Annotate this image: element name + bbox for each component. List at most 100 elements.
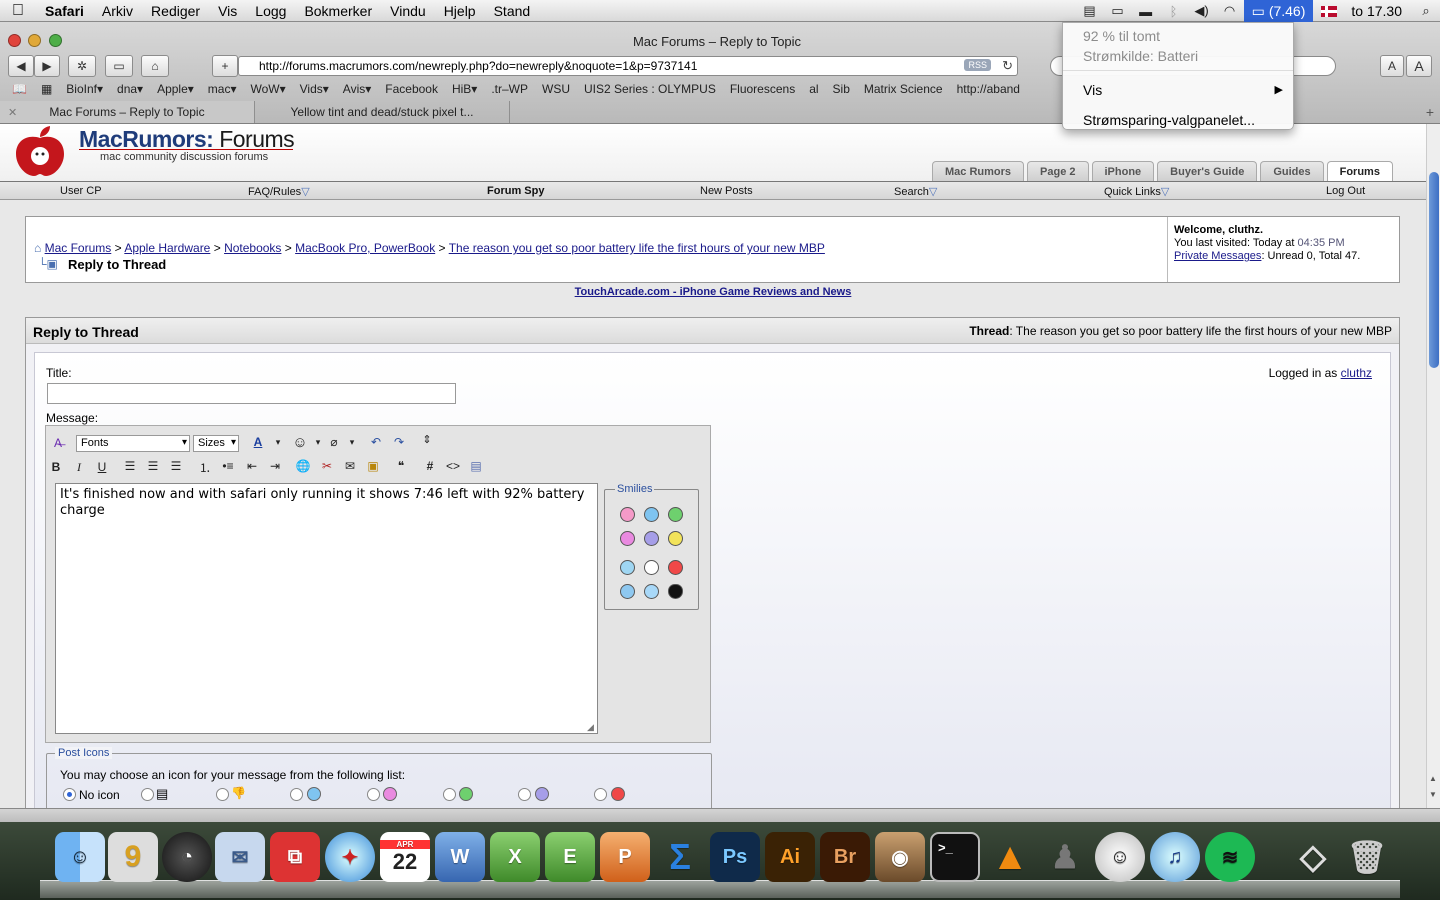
apple-menu-icon[interactable]:  xyxy=(0,2,36,20)
menu-app-safari[interactable]: Safari xyxy=(36,3,93,19)
font-select[interactable]: Fonts xyxy=(76,435,190,452)
bookmark-olympus[interactable]: UIS2 Series : OLYMPUS xyxy=(577,82,723,96)
bookmark-aband[interactable]: http://aband xyxy=(950,82,1027,96)
itunes-icon[interactable]: ♫ xyxy=(1150,832,1200,882)
smiley-confused-icon[interactable] xyxy=(620,560,635,575)
forward-button[interactable]: ▶ xyxy=(34,55,60,77)
volume-icon[interactable]: ◀) xyxy=(1188,3,1216,19)
smiley-teeth-icon[interactable] xyxy=(668,507,683,522)
bridge-icon[interactable]: Br xyxy=(820,832,870,882)
nav-log-out[interactable]: Log Out xyxy=(1326,185,1365,197)
spotlight-icon[interactable]: ⌕ xyxy=(1412,3,1440,19)
automator-icon[interactable]: ♟ xyxy=(1040,832,1090,882)
bookmark-dna[interactable]: dna▾ xyxy=(110,82,150,96)
bookmark-matrix-science[interactable]: Matrix Science xyxy=(857,82,950,96)
tab-page-2[interactable]: Page 2 xyxy=(1027,161,1089,181)
scrollbar-thumb[interactable] xyxy=(1429,172,1439,368)
image-capture-icon[interactable]: ◉ xyxy=(875,832,925,882)
scroll-up-arrow-icon[interactable]: ▲ xyxy=(1429,774,1437,783)
gear-icon[interactable]: ✲ xyxy=(68,55,96,77)
message-textarea[interactable]: It's finished now and with safari only r… xyxy=(55,483,598,734)
bookmarks-book-icon[interactable]: 📖 xyxy=(0,82,34,96)
bookmark-avis[interactable]: Avis▾ xyxy=(336,82,378,96)
radio-post-icon-3[interactable] xyxy=(290,788,303,801)
indent-icon[interactable]: ⇥ xyxy=(265,459,285,473)
undo-icon[interactable]: ↶ xyxy=(366,435,386,449)
os9-icon[interactable]: 9 xyxy=(108,832,158,882)
battery-menu[interactable]: ▭ (7.46) xyxy=(1243,0,1314,22)
textarea-resize-handle-icon[interactable]: ◢ xyxy=(587,722,594,733)
smiley-mad-icon[interactable] xyxy=(668,560,683,575)
redo-icon[interactable]: ↷ xyxy=(389,435,409,449)
menu-hjelp[interactable]: Hjelp xyxy=(435,3,485,19)
align-left-icon[interactable]: ☰ xyxy=(120,459,140,473)
mail-stamp-icon[interactable]: ✉ xyxy=(215,832,265,882)
menu-bokmerker[interactable]: Bokmerker xyxy=(295,3,381,19)
add-bookmark-button[interactable]: + xyxy=(212,55,238,77)
crumb-apple-hardware[interactable]: Apple Hardware xyxy=(124,241,210,255)
spotify-icon[interactable]: ≋ xyxy=(1205,832,1255,882)
vlc-cone-icon[interactable]: ▲ xyxy=(985,832,1035,882)
bookmark-apple[interactable]: Apple▾ xyxy=(150,82,201,96)
sigma-icon[interactable]: Σ xyxy=(655,832,705,882)
text-smaller-button[interactable]: A xyxy=(1380,55,1404,77)
smiley-sad-icon[interactable] xyxy=(644,531,659,546)
bold-icon[interactable]: B xyxy=(46,460,66,474)
reload-icon[interactable]: ↻ xyxy=(1002,58,1013,74)
nav-forum-spy[interactable]: Forum Spy xyxy=(487,185,544,197)
script-menu-icon[interactable]: ▤ xyxy=(1076,3,1104,19)
radio-post-icon-2[interactable] xyxy=(216,788,229,801)
bookmark-sib[interactable]: Sib xyxy=(826,82,857,96)
menu-arkiv[interactable]: Arkiv xyxy=(93,3,142,19)
macrumors-apple-logo-icon[interactable] xyxy=(10,126,70,176)
word-icon[interactable]: W xyxy=(435,832,485,882)
dropdown-arrow-icon[interactable]: ▾ xyxy=(342,437,362,448)
scroll-down-arrow-icon[interactable]: ▼ xyxy=(1429,790,1437,799)
smiley-rolleyes-icon[interactable] xyxy=(620,584,635,599)
tab-iphone[interactable]: iPhone xyxy=(1091,161,1155,181)
bookmark-wow[interactable]: WoW▾ xyxy=(243,82,292,96)
menu-vis[interactable]: Vis xyxy=(209,3,246,19)
outdent-icon[interactable]: ⇤ xyxy=(242,459,262,473)
bookmark-vids[interactable]: Vids▾ xyxy=(293,82,336,96)
quote-icon[interactable]: ❝ xyxy=(391,459,411,473)
top-sites-grid-icon[interactable]: ▦ xyxy=(34,82,59,96)
crumb-macbook-pro[interactable]: MacBook Pro, PowerBook xyxy=(295,241,435,255)
radio-post-icon-6[interactable] xyxy=(518,788,531,801)
radio-post-icon-5[interactable] xyxy=(443,788,456,801)
insert-link-icon[interactable]: 🌐 xyxy=(293,459,313,473)
radio-post-icon-4[interactable] xyxy=(367,788,380,801)
php-code-icon[interactable]: ▤ xyxy=(466,459,486,473)
private-messages-link[interactable]: Private Messages xyxy=(1174,250,1261,262)
menu-stand[interactable]: Stand xyxy=(485,3,540,19)
crumb-notebooks[interactable]: Notebooks xyxy=(224,241,281,255)
smiley-apple-icon[interactable] xyxy=(668,584,683,599)
size-select[interactable]: Sizes xyxy=(193,435,239,452)
bookmark-facebook[interactable]: Facebook xyxy=(378,82,445,96)
forum-home-icon[interactable]: ⌂ xyxy=(34,241,41,255)
bookmark-hib[interactable]: HiB▾ xyxy=(445,82,484,96)
adium-icon[interactable]: ☺ xyxy=(1095,832,1145,882)
menu-vindu[interactable]: Vindu xyxy=(381,3,435,19)
page-scrollbar[interactable]: ▲ ▼ xyxy=(1426,124,1440,808)
toucharcade-link[interactable]: TouchArcade.com - iPhone Game Reviews an… xyxy=(575,286,852,298)
excel-icon[interactable]: X xyxy=(490,832,540,882)
close-tab-icon[interactable]: ✕ xyxy=(8,106,17,119)
tab-buyers-guide[interactable]: Buyer's Guide xyxy=(1157,161,1258,181)
html-code-icon[interactable]: <> xyxy=(443,459,463,473)
home-icon[interactable]: ⌂ xyxy=(141,55,169,77)
bluetooth-icon[interactable]: ᛒ xyxy=(1160,4,1188,19)
underline-icon[interactable]: U xyxy=(92,460,112,474)
documents-stack-icon[interactable]: ◇ xyxy=(1288,832,1338,882)
fullscreen-button[interactable]: ▭ xyxy=(105,55,133,77)
ical-icon[interactable]: APR 22 xyxy=(380,832,430,882)
norway-flag-icon[interactable] xyxy=(1321,5,1338,17)
nav-search[interactable]: Search▽ xyxy=(894,185,937,198)
tab-mac-rumors[interactable]: Mac Rumors xyxy=(932,161,1025,181)
menu-rediger[interactable]: Rediger xyxy=(142,3,209,19)
bookmark-al[interactable]: al xyxy=(802,82,825,96)
nav-user-cp[interactable]: User CP xyxy=(60,185,102,197)
tab-yellow-tint[interactable]: Yellow tint and dead/stuck pixel t... xyxy=(255,101,510,123)
terminal-icon[interactable]: >_ xyxy=(930,832,980,882)
new-tab-button[interactable]: + xyxy=(1426,104,1434,120)
